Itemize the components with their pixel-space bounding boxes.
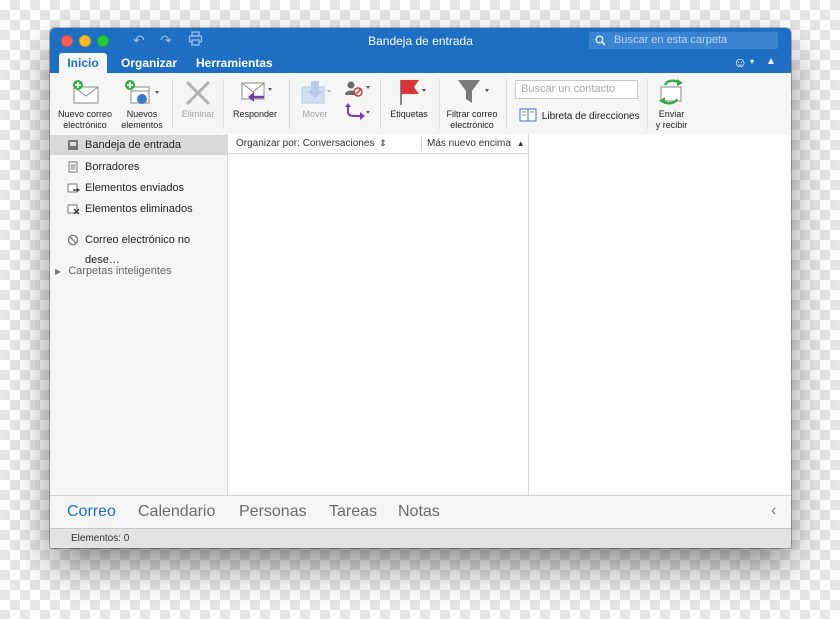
tab-herramientas[interactable]: Herramientas [196,53,273,73]
message-list: Organizar por: Conversaciones ⇕ Más nuev… [228,134,529,495]
search-icon [595,32,606,52]
folder-label: Elementos eliminados [85,203,193,215]
list-header-divider [421,136,422,151]
delete-icon [176,77,220,109]
nav-tasks[interactable]: Tareas [329,503,377,521]
new-email-icon [55,77,115,109]
delete-button[interactable]: Eliminar [176,77,220,120]
new-items-button[interactable]: Nuevos elementos [117,77,167,131]
flag-icon [384,77,434,109]
ribbon-divider [223,79,224,129]
sort-by-dropdown[interactable]: Organizar por: Conversaciones ⇕ [236,134,387,153]
junk-icon [66,230,80,253]
tab-organizar[interactable]: Organizar [121,53,177,73]
chevron-up-icon: ▲ [516,139,525,148]
filter-label-1: Filtrar correo [446,109,498,119]
address-book-label: Libreta de direcciones [541,111,640,122]
smart-folders-label: Carpetas inteligentes [68,265,172,277]
reply-button[interactable]: Responder [226,77,284,120]
move-icon [292,77,338,109]
ribbon-divider [172,79,173,129]
nav-calendar[interactable]: Calendario [138,503,215,521]
folder-inbox[interactable]: Bandeja de entrada [50,135,227,155]
sent-icon [66,178,80,201]
nav-mail[interactable]: Correo [67,503,116,521]
redirect-button[interactable] [340,103,374,126]
ribbon-divider [289,79,290,129]
tags-label: Etiquetas [390,109,428,119]
delete-label: Eliminar [181,109,215,119]
folder-label: Elementos enviados [85,182,185,194]
disclosure-triangle-icon[interactable]: ▶ [55,267,61,276]
sort-order-label: Más nuevo encima [427,138,511,149]
redirect-icon [345,103,370,120]
filter-email-button[interactable]: Filtrar correo electrónico [442,77,502,131]
new-email-label-1: Nuevo correo [57,109,113,119]
new-items-label-1: Nuevos [126,109,158,119]
reply-icon [226,77,284,109]
new-items-label-2: elementos [121,120,163,130]
tags-button[interactable]: Etiquetas [384,77,434,120]
ribbon-divider [380,79,381,129]
collapse-ribbon-icon[interactable]: ▲ [766,56,776,67]
outlook-window: ↶ ↷ Bandeja de entrada Buscar en esta ca… [50,28,791,548]
filter-icon [442,77,502,109]
address-book-icon [519,108,537,126]
address-book-button[interactable]: Libreta de direcciones [519,108,640,126]
item-count: Elementos: 0 [71,533,130,544]
rules-icon [345,81,370,97]
folder-junk[interactable]: Correo electrónico no dese… [50,230,227,266]
move-label: Mover [302,109,328,119]
chevron-left-icon[interactable]: ‹ [771,502,776,520]
ribbon: Nuevo correo electrónico Nuevos elemento… [50,73,791,135]
folder-sent[interactable]: Elementos enviados [50,178,227,198]
new-email-label-2: electrónico [63,120,107,130]
ribbon-divider [439,79,440,129]
chevron-down-icon[interactable]: ▾ [750,57,754,66]
search-placeholder: Buscar en esta carpeta [614,34,728,46]
nav-notes[interactable]: Notas [398,503,440,521]
smart-folders-group[interactable]: ▶ Carpetas inteligentes [55,264,172,279]
folder-label: Bandeja de entrada [85,139,182,151]
drafts-icon [66,157,80,180]
ribbon-divider [506,79,507,129]
tab-inicio[interactable]: Inicio [59,53,107,73]
ribbon-divider [647,79,648,129]
sort-order-button[interactable]: Más nuevo encima ▲ [427,134,525,153]
trash-icon [66,199,80,222]
move-button[interactable]: Mover [292,77,338,120]
folder-deleted[interactable]: Elementos eliminados [50,199,227,219]
ribbon-tabs: Inicio Organizar Herramientas ☺ ▾ ▲ [50,53,791,73]
nav-people[interactable]: Personas [239,503,307,521]
send-receive-label-2: y recibir [655,120,688,130]
feedback-smiley-icon[interactable]: ☺ [733,54,747,70]
folder-search-input[interactable]: Buscar en esta carpeta [589,32,778,49]
folder-label: Borradores [85,161,140,173]
send-receive-label-1: Enviar [658,109,685,119]
rules-button[interactable] [340,79,374,102]
filter-label-2: electrónico [450,120,494,130]
new-email-button[interactable]: Nuevo correo electrónico [55,77,115,131]
send-receive-button[interactable]: Enviar y recibir [649,77,694,131]
folder-drafts[interactable]: Borradores [50,157,227,177]
send-receive-icon [649,77,694,109]
list-header: Organizar por: Conversaciones ⇕ Más nuev… [228,134,528,154]
contact-search-input[interactable]: Buscar un contacto [515,80,638,99]
reply-label: Responder [232,109,278,119]
reading-pane [529,134,791,495]
title-bar: ↶ ↷ Bandeja de entrada Buscar en esta ca… [50,28,791,53]
inbox-icon [66,135,80,158]
new-items-icon [117,77,167,109]
sort-by-label: Organizar por: Conversaciones [236,138,375,149]
module-navigation: Correo Calendario Personas Tareas Notas … [50,495,791,528]
status-bar: Elementos: 0 [50,528,791,548]
sort-chevron-icon: ⇕ [379,138,387,148]
folder-sidebar: Bandeja de entrada Borradores Elementos … [50,134,228,495]
